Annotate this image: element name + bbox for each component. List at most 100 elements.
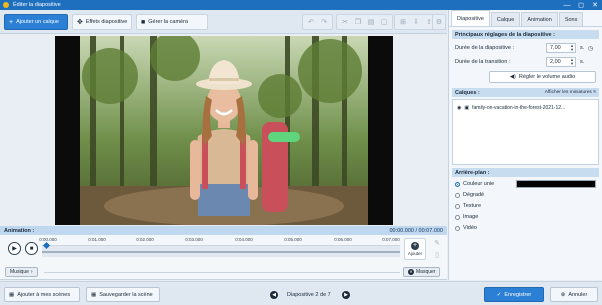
undo-redo-group: ↶ ↷: [302, 14, 333, 30]
background-header: Arrière-plan :: [452, 168, 599, 177]
play-icon: ▶: [12, 246, 17, 252]
properties-panel: Diapositive Calque Animation Sons Princi…: [448, 10, 602, 280]
radio-button[interactable]: [455, 225, 460, 231]
title-bar: Éditer la diapositive — ◻ ✕: [0, 0, 602, 10]
image-icon: ▣: [464, 105, 470, 111]
track-line: [42, 251, 400, 253]
hide-button[interactable]: ✕ Masquer: [403, 267, 441, 277]
move-down-icon[interactable]: ⇩: [410, 18, 422, 26]
layers-header: Calques : Afficher les miniatures ≡: [452, 88, 599, 97]
play-button[interactable]: ▶: [8, 242, 21, 255]
save-button[interactable]: ✓ Enregistrer: [484, 287, 544, 302]
transition-input[interactable]: 2,00 ▲ ▼: [546, 57, 576, 67]
background-option-video[interactable]: Vidéo: [455, 224, 596, 232]
close-icon: ✕: [408, 269, 414, 275]
delete-keyframe-icon[interactable]: ▯: [432, 251, 442, 261]
tick-label: 0:02.000: [136, 237, 154, 242]
clock-icon[interactable]: ◷: [588, 45, 596, 52]
radio-button[interactable]: [455, 203, 460, 209]
edit-keyframe-icon[interactable]: ✎: [432, 239, 442, 249]
plus-icon: +: [411, 242, 419, 250]
minimize-button[interactable]: —: [560, 0, 574, 10]
layer-item[interactable]: ◉ ▣ family-on-vacation-in-the-forest-202…: [453, 103, 598, 113]
animation-label: Animation :: [4, 227, 35, 234]
tab-bar: Diapositive Calque Animation Sons: [449, 10, 602, 27]
speaker-icon: ◀): [509, 74, 516, 80]
animation-track[interactable]: [42, 245, 400, 257]
slide-stage[interactable]: [55, 36, 393, 225]
spinner-icon[interactable]: ▲ ▼: [570, 58, 574, 66]
cut-icon[interactable]: ✂: [339, 18, 351, 26]
add-keyframe-button[interactable]: + Ajouter: [404, 238, 426, 260]
previous-slide-button[interactable]: ◀: [270, 291, 278, 299]
add-layer-button[interactable]: + Ajouter un calque: [4, 14, 68, 30]
layers-list: ◉ ▣ family-on-vacation-in-the-forest-202…: [452, 99, 599, 165]
audio-volume-button[interactable]: ◀) Régler le volume audio: [489, 71, 596, 83]
background-option-image[interactable]: Image: [455, 213, 596, 221]
spinner-icon[interactable]: ▲ ▼: [570, 44, 574, 52]
eye-icon[interactable]: ◉: [457, 105, 461, 111]
duration-row: Durée de la diapositive : 7,00 ▲ ▼ s. ◷: [455, 43, 596, 53]
forest-girl-photo: [80, 36, 368, 225]
color-swatch[interactable]: [516, 180, 596, 188]
scene-save-icon: ▦: [91, 291, 97, 298]
tab-diapositive[interactable]: Diapositive: [451, 10, 490, 26]
redo-icon[interactable]: ↷: [318, 18, 330, 26]
settings-header: Principaux réglages de la diapositive :: [452, 30, 599, 39]
background-option-gradient[interactable]: Dégradé: [455, 191, 596, 199]
cancel-button[interactable]: ⊗ Annuler: [550, 287, 598, 302]
slide-photo[interactable]: [80, 36, 368, 225]
effects-icon: ✥: [77, 18, 83, 26]
tick-label: 0:07.000: [382, 237, 400, 242]
tab-animation[interactable]: Animation: [521, 12, 558, 26]
tick-label: 0:04.000: [235, 237, 253, 242]
radio-button[interactable]: [455, 192, 460, 198]
background-option-texture[interactable]: Texture: [455, 202, 596, 210]
background-option-solid[interactable]: Couleur unie: [455, 180, 596, 188]
radio-selected[interactable]: [455, 181, 460, 187]
delete-icon[interactable]: ▢: [378, 18, 390, 26]
tick-label: 0:00.000: [39, 237, 57, 242]
footer-bar: ▦ Ajouter à mes scènes ▦ Sauvegarder la …: [0, 281, 602, 305]
camera-button[interactable]: ■ Gérer la caméra: [136, 14, 208, 30]
paste-icon[interactable]: ▤: [365, 18, 377, 26]
tick-label: 0:03.000: [185, 237, 203, 242]
tick-label: 0:01.000: [88, 237, 106, 242]
align-icon[interactable]: ⊞: [397, 18, 409, 26]
tab-calque[interactable]: Calque: [490, 12, 521, 26]
cancel-icon: ⊗: [560, 291, 566, 298]
tab-sons[interactable]: Sons: [558, 12, 584, 26]
check-icon: ✓: [496, 291, 502, 298]
preview-area: [0, 34, 447, 226]
tick-label: 0:05.000: [284, 237, 302, 242]
camera-icon: ■: [141, 18, 146, 26]
duration-input[interactable]: 7,00 ▲ ▼: [546, 43, 576, 53]
save-scene-button[interactable]: ▦ Sauvegarder la scène: [86, 287, 160, 302]
plus-icon: +: [9, 18, 14, 26]
toolbar: + Ajouter un calque ✥ Effets diapositive…: [0, 10, 447, 34]
music-track: [44, 272, 400, 273]
undo-icon[interactable]: ↶: [305, 18, 317, 26]
timeline: ▶ ■ 0:00.000 0:01.000 0:02.000 0:03.000 …: [0, 235, 447, 280]
stop-icon: ■: [29, 245, 34, 252]
show-thumbnails-link[interactable]: Afficher les miniatures ≡: [545, 90, 596, 95]
slide-effects-button[interactable]: ✥ Effets diapositive: [72, 14, 132, 30]
scene-add-icon: ▦: [9, 291, 15, 298]
add-to-scenes-button[interactable]: ▦ Ajouter à mes scènes: [4, 287, 80, 302]
chevron-right-icon: ›: [30, 269, 33, 275]
stop-button[interactable]: ■: [25, 242, 38, 255]
adjust-tools-group: ⚙: [432, 14, 446, 30]
list-icon: ≡: [593, 90, 596, 95]
slide-counter: Diapositive 2 de 7: [287, 292, 331, 298]
close-button[interactable]: ✕: [588, 0, 602, 10]
radio-button[interactable]: [455, 214, 460, 220]
music-button[interactable]: Musique ›: [5, 267, 38, 277]
arrow-left-icon: ◀: [272, 292, 276, 298]
adjust-icon[interactable]: ⚙: [435, 18, 443, 26]
window-title: Éditer la diapositive: [13, 2, 61, 8]
maximize-button[interactable]: ◻: [574, 0, 588, 10]
copy-icon[interactable]: ❐: [352, 18, 364, 26]
animation-header: Animation : 00:00.000 / 00:07.000: [0, 226, 447, 235]
next-slide-button[interactable]: ▶: [342, 291, 350, 299]
arrow-right-icon: ▶: [344, 292, 348, 298]
